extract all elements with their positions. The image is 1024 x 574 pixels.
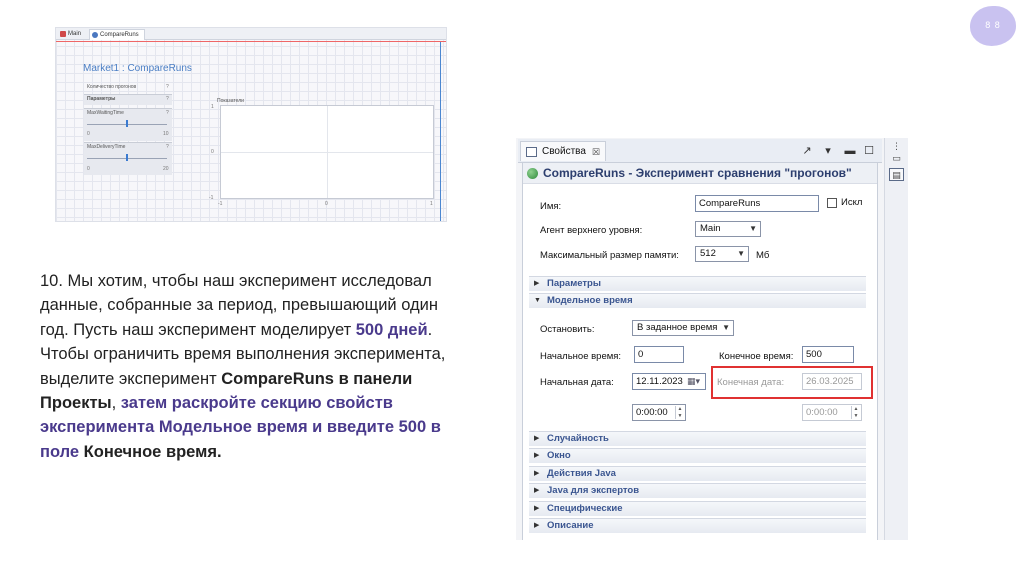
top-agent-label: Агент верхнего уровня: (540, 225, 643, 236)
properties-body: CompareRuns - Эксперимент сравнения "про… (522, 163, 878, 540)
agent-icon (60, 31, 66, 37)
chevron-right-icon: ▶ (534, 487, 540, 494)
chevron-right-icon: ▶ (534, 470, 540, 477)
calendar-icon[interactable]: ▦▾ (687, 374, 700, 389)
tab-properties[interactable]: Свойства ☒ (520, 141, 606, 161)
chevron-right-icon: ▶ (534, 452, 540, 459)
params-label: Параметры (87, 96, 116, 102)
end-time-input[interactable]: 500 (802, 346, 854, 363)
experiment-title: Market1 : CompareRuns (83, 63, 192, 74)
chart-title: Показатели (217, 98, 244, 104)
param1-slider-handle[interactable] (126, 120, 128, 127)
indicators-chart (220, 105, 434, 199)
param2-help[interactable]: ? (166, 144, 169, 150)
experiment-canvas-screenshot: Main CompareRuns Market1 : CompareRuns К… (55, 27, 447, 222)
tab-compareruns[interactable]: CompareRuns (89, 29, 145, 40)
start-date-input[interactable]: 12.11.2023 ▦▾ (632, 373, 706, 390)
runs-help[interactable]: ? (166, 84, 169, 90)
stop-select[interactable]: В заданное время ▼ (632, 320, 734, 336)
start-time-label: Начальное время: (540, 351, 622, 362)
section-java-experts[interactable]: ▶ Java для экспертов (529, 483, 866, 498)
end-date-input: 26.03.2025 (802, 373, 862, 390)
y-tick: 0 (211, 149, 214, 155)
chevron-right-icon: ▶ (534, 435, 540, 442)
name-input[interactable]: CompareRuns (695, 195, 819, 212)
minimize-icon[interactable]: ▬ (843, 144, 857, 158)
y-tick: 1 (211, 104, 214, 110)
properties-view-header: Свойства ☒ ↗ ▾ ▬ ☐ (518, 139, 882, 163)
section-specific[interactable]: ▶ Специфические (529, 501, 866, 516)
maximize-icon[interactable]: ☐ (862, 144, 876, 158)
param2-slider-handle[interactable] (126, 154, 128, 161)
start-clock-input[interactable]: 0:00:00 ▲ ▼ (632, 404, 686, 421)
chevron-right-icon: ▶ (534, 505, 540, 512)
param2-max: 20 (163, 166, 169, 172)
start-time-input[interactable]: 0 (634, 346, 684, 363)
chevron-down-icon: ▼ (534, 297, 541, 304)
memory-select[interactable]: 512 ▼ (695, 246, 749, 262)
chevron-right-icon: ▶ (534, 280, 540, 287)
tab-main[interactable]: Main (58, 29, 86, 40)
chart-gridline (221, 152, 433, 153)
days-highlight: 500 дней (355, 320, 428, 339)
page-number-badge: 8 8 (970, 6, 1016, 46)
section-window[interactable]: ▶ Окно (529, 448, 866, 463)
experiment-icon (527, 168, 538, 179)
properties-panel-screenshot: Свойства ☒ ↗ ▾ ▬ ☐ CompareRuns - Экспери… (516, 138, 908, 540)
param1-min: 0 (87, 131, 90, 137)
x-tick: 0 (325, 201, 328, 207)
section-description[interactable]: ▶ Описание (529, 518, 866, 533)
section-parameters[interactable]: ▶ Параметры (529, 276, 866, 291)
param2-min: 0 (87, 166, 90, 172)
runs-count-label: Количество прогонов (87, 84, 137, 90)
frame-edge-line (440, 42, 441, 221)
exclude-label: Искл (841, 197, 863, 208)
page-number: 8 8 (985, 20, 1001, 30)
param1-help[interactable]: ? (166, 110, 169, 116)
params-help[interactable]: ? (166, 96, 169, 102)
y-tick: -1 (209, 195, 214, 201)
chevron-down-icon: ▼ (737, 249, 745, 258)
end-date-label: Конечная дата: (717, 377, 785, 388)
restore-icon[interactable]: ▭ (889, 152, 904, 165)
exclude-checkbox[interactable] (827, 198, 837, 208)
properties-title: CompareRuns - Эксперимент сравнения "про… (523, 163, 877, 184)
section-model-time[interactable]: ▼ Модельное время (529, 293, 866, 308)
experiment-icon (92, 32, 98, 38)
x-tick: 1 (430, 201, 433, 207)
stop-label: Остановить: (540, 324, 595, 335)
end-clock-input: 0:00:00 ▲ ▼ (802, 404, 862, 421)
memory-label: Максимальный размер памяти: (540, 250, 679, 261)
param2-name: MaxDeliveryTime (87, 144, 126, 150)
section-randomness[interactable]: ▶ Случайность (529, 431, 866, 446)
param1-max: 10 (163, 131, 169, 137)
editor-tab-bar: Main CompareRuns (56, 28, 446, 40)
memory-unit: Мб (756, 250, 770, 261)
properties-icon (526, 147, 537, 157)
spinner-arrows-icon: ▲ ▼ (851, 406, 860, 419)
spinner-arrows-icon[interactable]: ▲ ▼ (675, 406, 684, 419)
name-label: Имя: (540, 201, 562, 212)
instruction-text: 10. Мы хотим, чтобы наш эксперимент иссл… (40, 272, 446, 461)
chevron-right-icon: ▶ (534, 522, 540, 529)
param1-name: MaxWaitingTime (87, 110, 124, 116)
end-time-label: Конечное время: (719, 351, 794, 362)
frame-border-line (56, 41, 446, 42)
start-date-label: Начальная дата: (540, 377, 614, 388)
chevron-down-icon: ▼ (722, 323, 730, 332)
view-menu-icon[interactable]: ▾ (821, 144, 835, 158)
close-tab-icon[interactable]: ☒ (592, 142, 600, 162)
side-toolbar: ⋮ ▭ ▤ (884, 138, 908, 540)
properties-view-icon[interactable]: ▤ (889, 168, 904, 181)
top-agent-select[interactable]: Main ▼ (695, 221, 761, 237)
chevron-down-icon: ▼ (749, 224, 757, 233)
x-tick: -1 (218, 201, 223, 207)
open-editor-icon[interactable]: ↗ (800, 144, 814, 158)
end-time-hint: Конечное время. (83, 442, 222, 461)
section-java-actions[interactable]: ▶ Действия Java (529, 466, 866, 481)
